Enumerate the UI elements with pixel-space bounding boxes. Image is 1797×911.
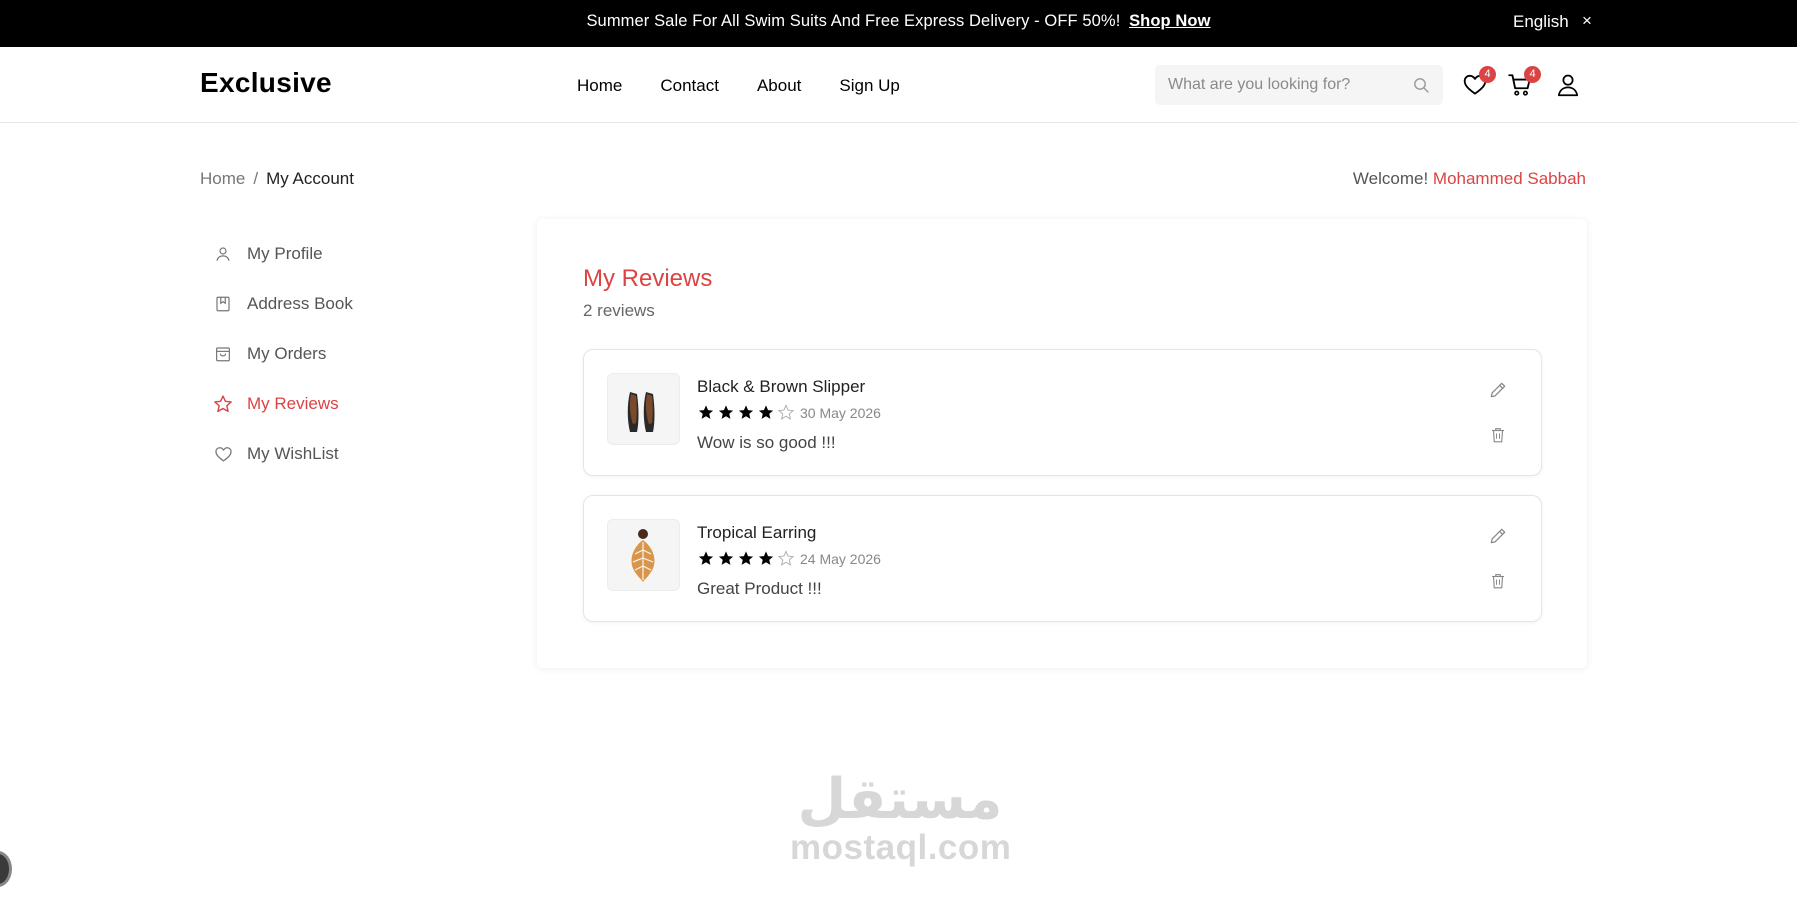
review-date: 24 May 2026 xyxy=(800,551,881,567)
product-image[interactable] xyxy=(607,519,680,591)
sidebar-item-my-orders[interactable]: My Orders xyxy=(212,329,353,379)
wishlist-icon[interactable]: 4 xyxy=(1462,66,1496,98)
wishlist-count-badge: 4 xyxy=(1479,66,1496,83)
page-title: My Reviews xyxy=(583,265,713,292)
welcome-prefix: Welcome! xyxy=(1352,169,1433,188)
review-text: Great Product !!! xyxy=(697,579,822,598)
edit-icon[interactable] xyxy=(1488,526,1508,551)
banner-text: Summer Sale For All Swim Suits And Free … xyxy=(586,12,1121,30)
breadcrumb-current: My Account xyxy=(266,169,354,188)
top-banner: Summer Sale For All Swim Suits And Free … xyxy=(0,0,1797,47)
nav-home[interactable]: Home xyxy=(577,76,622,96)
shop-now-link[interactable]: Shop Now xyxy=(1129,12,1210,30)
breadcrumb: Home / My Account xyxy=(200,169,354,189)
star-filled-icon xyxy=(758,551,774,565)
sidebar-item-my-wishlist[interactable]: My WishList xyxy=(212,429,353,479)
user-account-icon[interactable] xyxy=(1555,72,1581,98)
nav-about[interactable]: About xyxy=(757,76,801,96)
shopping-bag-icon xyxy=(212,343,234,365)
user-icon xyxy=(212,243,234,265)
review-count: 2 reviews xyxy=(583,301,655,320)
star-filled-icon xyxy=(758,405,774,419)
sidebar-item-my-reviews[interactable]: My Reviews xyxy=(212,379,353,429)
edit-icon[interactable] xyxy=(1488,380,1508,405)
search-icon[interactable] xyxy=(1413,77,1429,98)
site-header: Exclusive Home Contact About Sign Up 4 4 xyxy=(0,47,1797,123)
star-rating xyxy=(697,550,795,567)
cart-count-badge: 4 xyxy=(1524,66,1541,83)
star-rating xyxy=(697,404,795,421)
star-filled-icon xyxy=(718,551,734,565)
star-empty-icon xyxy=(777,550,795,566)
watermark: مستقل mostaql.com xyxy=(790,767,1012,867)
cart-icon[interactable]: 4 xyxy=(1507,66,1541,98)
review-card: Black & Brown Slipper 30 May 2026 Wow is… xyxy=(583,349,1542,476)
sidebar-item-my-profile[interactable]: My Profile xyxy=(212,229,353,279)
trash-icon[interactable] xyxy=(1489,425,1507,450)
user-name: Mohammed Sabbah xyxy=(1432,169,1586,188)
nav-sign-up[interactable]: Sign Up xyxy=(839,76,899,96)
star-filled-icon xyxy=(718,405,734,419)
welcome-message: Welcome! Mohammed Sabbah xyxy=(1353,169,1586,189)
bookmark-icon xyxy=(212,293,234,315)
account-sidebar: My Profile Address Book My Orders My Rev… xyxy=(212,229,353,479)
breadcrumb-home[interactable]: Home xyxy=(200,169,245,188)
review-text: Wow is so good !!! xyxy=(697,433,836,452)
trash-icon[interactable] xyxy=(1489,571,1507,596)
product-name[interactable]: Tropical Earring xyxy=(697,523,816,543)
language-selector[interactable]: English xyxy=(1513,12,1569,32)
star-filled-icon xyxy=(738,405,754,419)
star-icon xyxy=(212,393,234,415)
review-card: Tropical Earring 24 May 2026 Great Produ… xyxy=(583,495,1542,622)
search-input[interactable] xyxy=(1155,65,1395,105)
product-image[interactable] xyxy=(607,373,680,445)
star-empty-icon xyxy=(777,404,795,420)
product-name[interactable]: Black & Brown Slipper xyxy=(697,377,865,397)
sidebar-item-label: Address Book xyxy=(247,294,353,313)
logo[interactable]: Exclusive xyxy=(200,67,332,99)
star-filled-icon xyxy=(698,405,714,419)
main-nav: Home Contact About Sign Up xyxy=(577,76,938,96)
nav-contact[interactable]: Contact xyxy=(660,76,719,96)
heart-icon xyxy=(212,443,234,465)
watermark-arabic: مستقل xyxy=(797,767,1003,832)
review-date: 30 May 2026 xyxy=(800,405,881,421)
sidebar-item-label: My WishList xyxy=(247,444,339,463)
star-filled-icon xyxy=(738,551,754,565)
floating-chat-button[interactable] xyxy=(0,851,12,887)
watermark-latin: mostaql.com xyxy=(790,828,1012,867)
reviews-panel: My Reviews 2 reviews Black & Brown Slipp… xyxy=(537,219,1587,668)
search-box xyxy=(1155,65,1443,105)
star-filled-icon xyxy=(698,551,714,565)
breadcrumb-separator: / xyxy=(253,169,259,188)
sidebar-item-label: My Orders xyxy=(247,344,327,363)
sidebar-item-address-book[interactable]: Address Book xyxy=(212,279,353,329)
sidebar-item-label: My Profile xyxy=(247,244,323,263)
sidebar-item-label: My Reviews xyxy=(247,394,339,413)
close-banner-button[interactable]: × xyxy=(1582,11,1592,31)
